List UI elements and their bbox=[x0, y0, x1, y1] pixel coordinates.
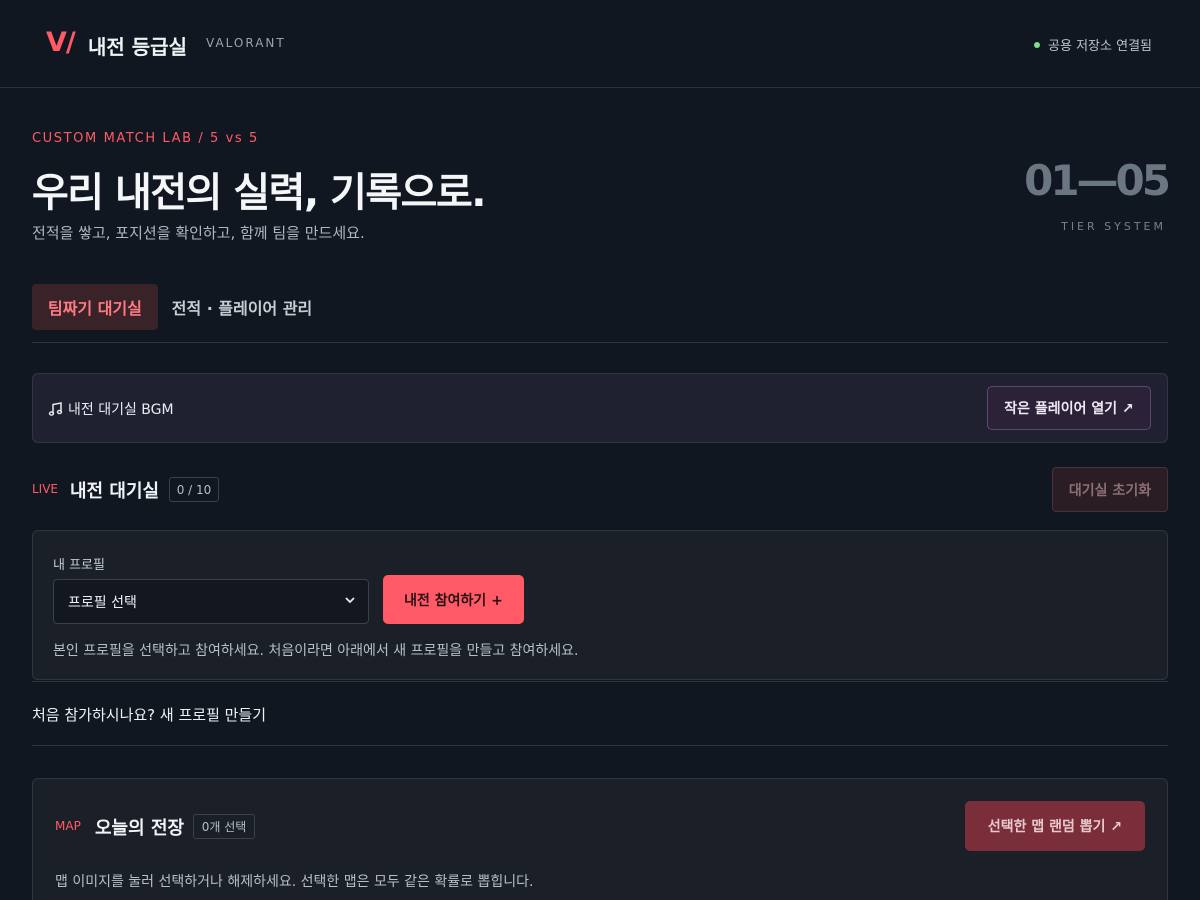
lobby-title: 내전 대기실 bbox=[70, 481, 160, 502]
page-description: 전적을 쌓고, 포지션을 확인하고, 함께 팀을 만드세요. bbox=[32, 224, 365, 242]
app-title: 내전 등급실 bbox=[88, 35, 187, 59]
profile-select-value: 프로필 선택 bbox=[68, 594, 137, 611]
connection-status: 공용 저장소 연결됨 bbox=[1034, 35, 1152, 54]
join-match-button[interactable]: 내전 참여하기 + bbox=[383, 575, 524, 624]
map-title: 오늘의 전장 bbox=[95, 818, 185, 839]
tab-records-management[interactable]: 전적 · 플레이어 관리 bbox=[158, 284, 326, 330]
tier-range: 01—05 bbox=[1024, 156, 1171, 205]
page-title: 우리 내전의 실력, 기록으로. bbox=[32, 170, 486, 216]
live-tag: LIVE bbox=[32, 482, 59, 496]
bgm-bar: 내전 대기실 BGM 작은 플레이어 열기 ↗ bbox=[32, 373, 1168, 443]
map-card: MAP 오늘의 전장 0개 선택 선택한 맵 랜덤 뽑기 ↗ 맵 이미지를 눌러… bbox=[32, 778, 1168, 900]
tier-label: TIER SYSTEM bbox=[1061, 220, 1166, 233]
profile-hint: 본인 프로필을 선택하고 참여하세요. 처음이라면 아래에서 새 프로필을 만들… bbox=[53, 643, 579, 659]
top-bar: V/ 내전 등급실 VALORANT 공용 저장소 연결됨 bbox=[0, 0, 1200, 88]
profile-card: 내 프로필 프로필 선택 내전 참여하기 + 본인 프로필을 선택하고 참여하세… bbox=[32, 530, 1168, 680]
new-profile-toggle[interactable]: 처음 참가하시나요? 새 프로필 만들기 bbox=[32, 704, 266, 725]
map-selected-count-badge: 0개 선택 bbox=[193, 814, 255, 839]
music-note-icon bbox=[48, 402, 63, 416]
new-profile-section: 처음 참가하시나요? 새 프로필 만들기 bbox=[32, 681, 1168, 746]
reset-lobby-button[interactable]: 대기실 초기화 bbox=[1052, 467, 1168, 512]
valorant-logo: V/ bbox=[46, 27, 76, 58]
random-map-button[interactable]: 선택한 맵 랜덤 뽑기 ↗ bbox=[965, 801, 1145, 851]
app-subtitle: VALORANT bbox=[206, 36, 286, 50]
map-hint: 맵 이미지를 눌러 선택하거나 해제하세요. 선택한 맵은 모두 같은 확률로 … bbox=[55, 874, 534, 890]
hero-eyebrow: CUSTOM MATCH LAB / 5 vs 5 bbox=[32, 131, 259, 146]
chevron-down-icon bbox=[344, 594, 356, 609]
profile-label: 내 프로필 bbox=[53, 558, 105, 573]
status-dot-icon bbox=[1034, 41, 1041, 48]
tab-bar: 팀짜기 대기실 전적 · 플레이어 관리 bbox=[32, 284, 1168, 343]
open-mini-player-button[interactable]: 작은 플레이어 열기 ↗ bbox=[987, 386, 1151, 430]
player-count-badge: 0 / 10 bbox=[169, 477, 219, 502]
status-text: 공용 저장소 연결됨 bbox=[1048, 39, 1152, 54]
map-tag: MAP bbox=[55, 819, 81, 833]
bgm-label-group: 내전 대기실 BGM bbox=[48, 399, 174, 419]
tab-team-lobby[interactable]: 팀짜기 대기실 bbox=[32, 284, 158, 330]
profile-select[interactable]: 프로필 선택 bbox=[53, 579, 369, 624]
bgm-label: 내전 대기실 BGM bbox=[68, 402, 174, 418]
